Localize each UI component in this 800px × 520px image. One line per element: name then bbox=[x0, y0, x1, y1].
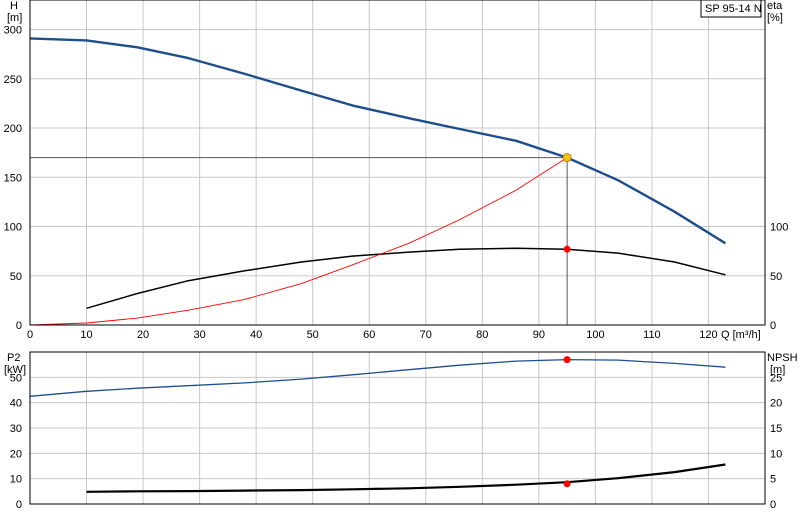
top-head-line bbox=[29, 37, 727, 245]
duty-point-head-marker bbox=[562, 153, 572, 163]
bottom-right-axis-label: NPSH bbox=[767, 352, 798, 364]
bottom-right-tick-20: 20 bbox=[770, 398, 782, 410]
top-left-tick-100: 100 bbox=[4, 222, 22, 234]
model-label: SP 95-14 N bbox=[705, 3, 762, 15]
bottom-npsh-line bbox=[86, 463, 726, 493]
labels-layer: H [m] eta [%] Q [m³/h] P2 [kW] NPSH [m] … bbox=[4, 0, 798, 511]
x-axis-label: Q [m³/h] bbox=[721, 329, 761, 341]
top-right-tick-50: 50 bbox=[770, 271, 782, 283]
x-tick-70: 70 bbox=[420, 329, 432, 341]
bottom-right-tick-25: 25 bbox=[770, 372, 782, 384]
top-left-tick-200: 200 bbox=[4, 123, 22, 135]
bottom-right-tick-10: 10 bbox=[770, 448, 782, 460]
duty-point-p2-marker bbox=[563, 356, 571, 364]
top-right-axis-unit: [%] bbox=[767, 12, 783, 24]
x-tick-50: 50 bbox=[307, 329, 319, 341]
series-layer bbox=[29, 37, 727, 493]
duty-point-npsh-marker bbox=[563, 480, 571, 488]
x-tick-30: 30 bbox=[193, 329, 205, 341]
top-left-tick-0: 0 bbox=[16, 320, 22, 332]
top-left-tick-50: 50 bbox=[10, 271, 22, 283]
top-eta-line bbox=[86, 247, 726, 310]
top-left-tick-300: 300 bbox=[4, 25, 22, 37]
bottom-left-axis-label: P2 bbox=[7, 352, 20, 364]
bottom-left-tick-50: 50 bbox=[10, 372, 22, 384]
top-left-tick-250: 250 bbox=[4, 74, 22, 86]
top-system-line bbox=[29, 157, 568, 326]
x-tick-10: 10 bbox=[80, 329, 92, 341]
bottom-left-tick-0: 0 bbox=[16, 499, 22, 511]
x-tick-20: 20 bbox=[137, 329, 149, 341]
top-right-axis-label: eta bbox=[767, 0, 783, 12]
bottom-left-tick-10: 10 bbox=[10, 474, 22, 486]
x-tick-120: 120 bbox=[699, 329, 717, 341]
x-tick-40: 40 bbox=[250, 329, 262, 341]
top-right-tick-0: 0 bbox=[770, 320, 776, 332]
top-left-axis-unit: [m] bbox=[7, 12, 22, 24]
bottom-left-tick-20: 20 bbox=[10, 448, 22, 460]
bottom-right-tick-0: 0 bbox=[770, 499, 776, 511]
bottom-right-tick-5: 5 bbox=[770, 474, 776, 486]
bottom-left-tick-40: 40 bbox=[10, 398, 22, 410]
top-right-tick-100: 100 bbox=[770, 222, 788, 234]
duty-point-eta-marker bbox=[563, 245, 571, 253]
x-tick-110: 110 bbox=[643, 329, 661, 341]
top-left-tick-150: 150 bbox=[4, 172, 22, 184]
bottom-grid bbox=[30, 352, 765, 504]
x-tick-0: 0 bbox=[27, 329, 33, 341]
x-tick-60: 60 bbox=[363, 329, 375, 341]
bottom-right-tick-15: 15 bbox=[770, 423, 782, 435]
pump-curve-chart: H [m] eta [%] Q [m³/h] P2 [kW] NPSH [m] … bbox=[4, 0, 798, 511]
top-left-axis-label: H bbox=[10, 0, 18, 12]
x-tick-90: 90 bbox=[533, 329, 545, 341]
bottom-p2-line bbox=[29, 358, 726, 397]
x-tick-100: 100 bbox=[586, 329, 604, 341]
bottom-left-tick-30: 30 bbox=[10, 423, 22, 435]
x-tick-80: 80 bbox=[476, 329, 488, 341]
model-label-box: SP 95-14 N bbox=[700, 0, 762, 18]
